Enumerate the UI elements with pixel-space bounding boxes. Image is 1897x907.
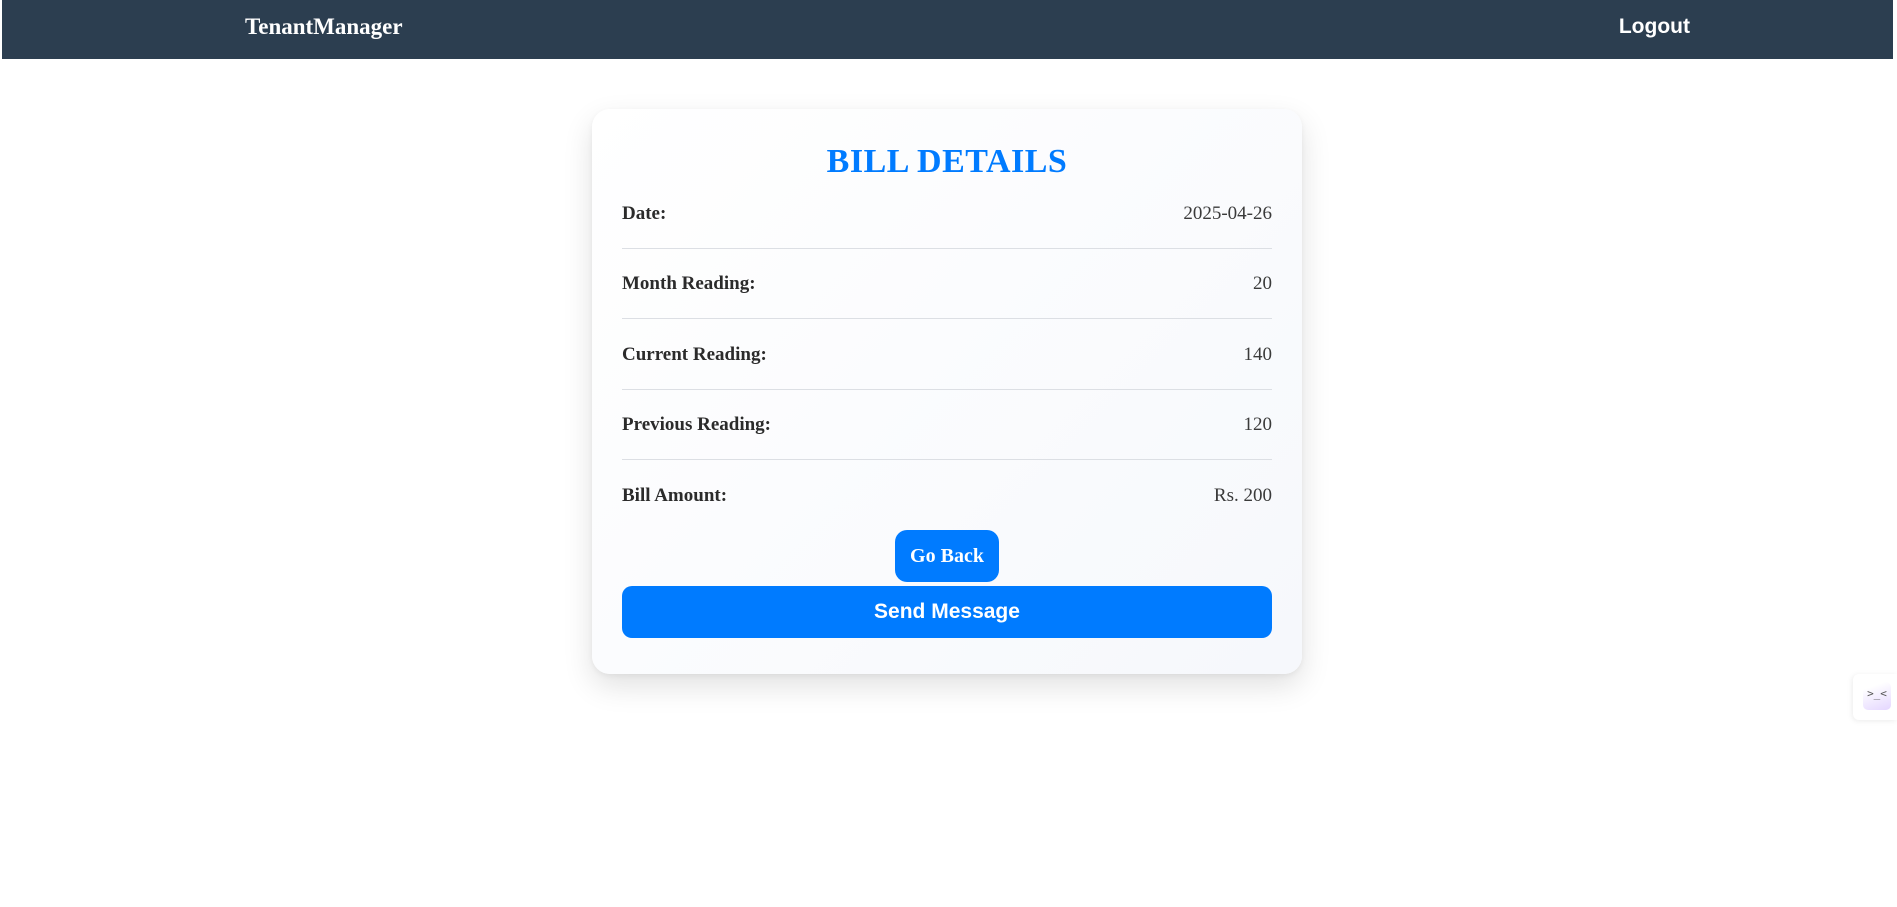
- send-message-button[interactable]: Send Message: [622, 586, 1272, 638]
- face-icon[interactable]: >_<: [1863, 682, 1891, 710]
- bill-row-month-reading: Month Reading: 20: [622, 248, 1272, 319]
- row-value: 140: [1243, 344, 1273, 365]
- brand-logo[interactable]: TenantManager: [245, 14, 403, 40]
- floating-assistant-widget[interactable]: >_<: [1853, 674, 1897, 720]
- row-value: 2025-04-26: [1183, 203, 1272, 224]
- row-label: Month Reading:: [622, 273, 756, 294]
- row-value: 120: [1243, 414, 1273, 435]
- bill-details-card: BILL DETAILS Date: 2025-04-26 Month Read…: [592, 109, 1302, 674]
- logout-link[interactable]: Logout: [1619, 15, 1690, 39]
- go-back-button[interactable]: Go Back: [895, 530, 999, 582]
- page-title: BILL DETAILS: [826, 143, 1068, 180]
- row-label: Bill Amount:: [622, 485, 728, 506]
- row-value: 20: [1253, 273, 1272, 294]
- row-value: Rs. 200: [1213, 485, 1272, 506]
- bill-row-bill-amount: Bill Amount: Rs. 200: [622, 460, 1272, 530]
- top-navbar: TenantManager Logout: [2, 0, 1893, 59]
- row-label: Previous Reading:: [622, 414, 772, 435]
- bill-row-date: Date: 2025-04-26: [622, 178, 1272, 249]
- row-label: Date:: [622, 203, 667, 224]
- row-label: Current Reading:: [622, 344, 767, 365]
- bill-row-previous-reading: Previous Reading: 120: [622, 389, 1272, 460]
- bill-row-current-reading: Current Reading: 140: [622, 319, 1272, 390]
